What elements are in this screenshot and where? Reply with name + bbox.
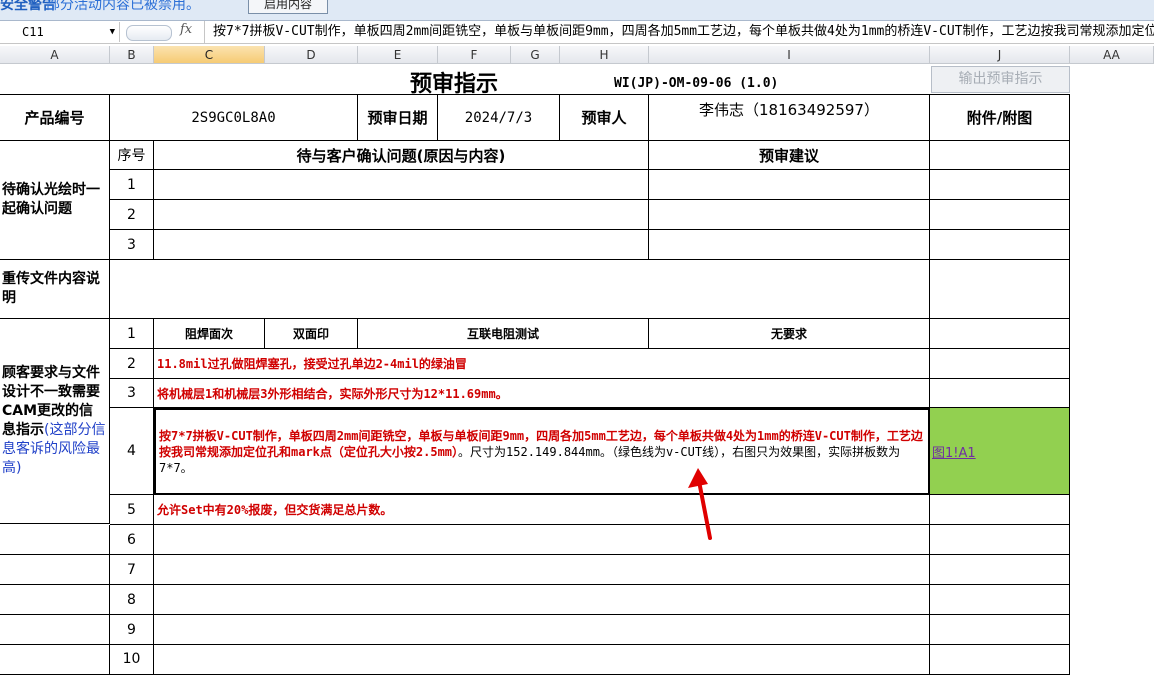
diff-row-number: 1: [110, 319, 154, 349]
product-number-value[interactable]: 2S9GC0L8A0: [110, 95, 358, 141]
diff-section-label: 顾客要求与文件设计不一致需要CAM更改的信息指示(这部分信息客诉的风险最高): [0, 319, 110, 524]
diff-row-number: 7: [110, 555, 154, 585]
attachment-cell[interactable]: [930, 170, 1070, 200]
question-header: 待与客户确认问题(原因与内容): [154, 141, 649, 170]
confirm-suggestion-cell[interactable]: [649, 230, 930, 260]
column-header-i[interactable]: I: [649, 46, 930, 64]
review-date-value[interactable]: 2024/7/3: [438, 95, 560, 141]
diff-row-text[interactable]: 将机械层1和机械层3外形相结合，实际外形尺寸为12*11.69mm。: [154, 379, 930, 408]
document-code: WI(JP)-OM-09-06 (1.0): [614, 76, 779, 91]
diff-row-text[interactable]: 允许Set中有20%报废，但交货满足总片数。: [154, 495, 930, 525]
name-box[interactable]: C11 ▼: [0, 22, 120, 42]
security-warning-bar: 安全警告 部分活动内容已被禁用。 启用内容: [0, 0, 1154, 21]
suggestion-header: 预审建议: [649, 141, 930, 170]
reviewer-value[interactable]: 李伟志（18163492597）: [649, 95, 930, 141]
label-cell[interactable]: [0, 525, 110, 555]
column-header-aa[interactable]: AA: [1070, 46, 1154, 64]
attachment-cell[interactable]: [930, 379, 1070, 408]
attachment-cell[interactable]: [930, 200, 1070, 230]
confirm-section-label: 待确认光绘时一起确认问题: [0, 141, 110, 260]
attachment-link[interactable]: 图1!A1: [932, 442, 976, 461]
label-cell[interactable]: [0, 645, 110, 675]
column-header-j[interactable]: J: [930, 46, 1070, 64]
column-header-a[interactable]: A: [0, 46, 110, 64]
confirm-row-number: 2: [110, 200, 154, 230]
attachment-cell[interactable]: [930, 141, 1070, 170]
attachment-cell[interactable]: [930, 230, 1070, 260]
confirm-suggestion-cell[interactable]: [649, 170, 930, 200]
solder-mask-side-label[interactable]: 阻焊面次: [154, 319, 265, 349]
formula-bar: C11 ▼ fx 按7*7拼板V-CUT制作，单板四周2mm间距铣空，单板与单板间…: [0, 21, 1154, 44]
diff-row-text[interactable]: 11.8mil过孔做阻焊塞孔，接受过孔单边2-4mil的绿油冒: [154, 349, 930, 379]
label-cell[interactable]: [0, 555, 110, 585]
product-number-label: 产品编号: [0, 95, 110, 141]
review-date-label: 预审日期: [358, 95, 438, 141]
confirm-row-number: 3: [110, 230, 154, 260]
attachment-cell[interactable]: [930, 615, 1070, 645]
attachment-cell[interactable]: [930, 525, 1070, 555]
column-header-h[interactable]: H: [560, 46, 649, 64]
diff-row-number: 5: [110, 495, 154, 525]
confirm-row-number: 1: [110, 170, 154, 200]
label-cell[interactable]: [0, 615, 110, 645]
enable-content-button[interactable]: 启用内容: [248, 0, 328, 14]
attachment-cell[interactable]: [930, 645, 1070, 675]
reupload-section-label: 重传文件内容说明: [0, 260, 110, 319]
double-side-print-value[interactable]: 双面印: [265, 319, 358, 349]
confirm-question-cell[interactable]: [154, 230, 649, 260]
confirm-question-cell[interactable]: [154, 170, 649, 200]
attachment-cell-row4[interactable]: 图1!A1: [930, 408, 1070, 495]
selected-cell-c11[interactable]: 按7*7拼板V-CUT制作，单板四周2mm间距铣空，单板与单板间距9mm，四周各…: [154, 408, 930, 495]
attachment-cell[interactable]: [930, 585, 1070, 615]
diff-row-text[interactable]: [154, 645, 930, 675]
column-header-d[interactable]: D: [265, 46, 358, 64]
reupload-content-cell[interactable]: [110, 260, 930, 319]
annotation-arrow-icon: [688, 468, 712, 540]
diff-row-text[interactable]: [154, 615, 930, 645]
label-cell[interactable]: [0, 585, 110, 615]
diff-row-text[interactable]: [154, 555, 930, 585]
diff-row-text[interactable]: [154, 585, 930, 615]
function-icon[interactable]: fx: [180, 22, 192, 37]
reviewer-label: 预审人: [560, 95, 649, 141]
attachment-cell[interactable]: [930, 260, 1070, 319]
diff-row-text[interactable]: [154, 525, 930, 555]
sequence-header: 序号: [110, 141, 154, 170]
diff-row-number: 10: [110, 645, 154, 675]
chevron-down-icon[interactable]: ▼: [110, 22, 115, 42]
confirm-question-cell[interactable]: [154, 200, 649, 230]
diff-row-number: 4: [110, 408, 154, 495]
export-review-button[interactable]: 输出预审指示: [931, 66, 1070, 93]
column-header-f[interactable]: F: [438, 46, 511, 64]
confirm-suggestion-cell[interactable]: [649, 200, 930, 230]
column-header-g[interactable]: G: [511, 46, 560, 64]
diff-row-number: 9: [110, 615, 154, 645]
attachment-cell[interactable]: [930, 495, 1070, 525]
attachment-cell[interactable]: [930, 555, 1070, 585]
column-header-b[interactable]: B: [110, 46, 154, 64]
attachment-cell[interactable]: [930, 349, 1070, 379]
formula-bar-resize-handle[interactable]: [126, 25, 172, 41]
diff-row-number: 2: [110, 349, 154, 379]
formula-input[interactable]: 按7*7拼板V-CUT制作，单板四周2mm间距铣空，单板与单板间距9mm，四周各…: [204, 21, 1154, 43]
no-requirement-value[interactable]: 无要求: [649, 319, 930, 349]
attachment-label: 附件/附图: [930, 95, 1070, 141]
attachment-cell[interactable]: [930, 319, 1070, 349]
interconnect-resistance-test-label[interactable]: 互联电阻测试: [358, 319, 649, 349]
security-warning-message: 部分活动内容已被禁用。: [46, 0, 200, 13]
column-header-c[interactable]: C: [154, 46, 265, 64]
diff-row-number: 8: [110, 585, 154, 615]
diff-row-number: 3: [110, 379, 154, 408]
diff-row-number: 6: [110, 525, 154, 555]
column-header-e[interactable]: E: [358, 46, 438, 64]
